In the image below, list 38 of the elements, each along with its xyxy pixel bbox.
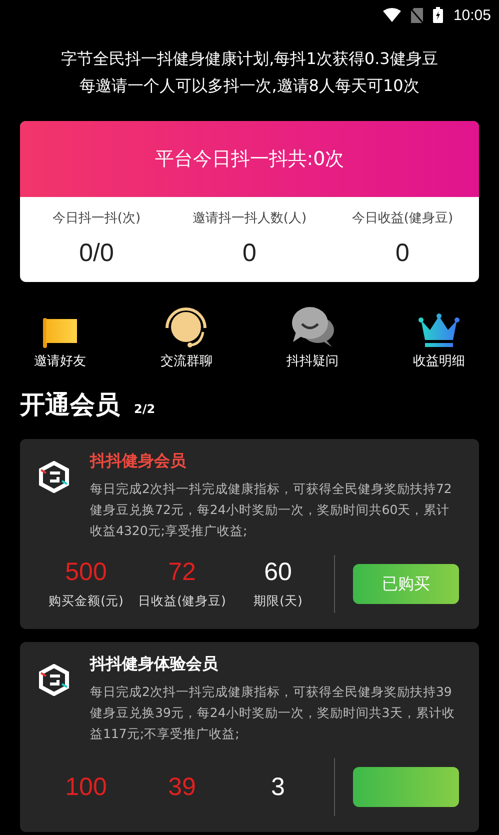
intro-text: 每邀请一个人可以多抖一次,邀请8人每天可10次 xyxy=(78,75,420,97)
logo-icon xyxy=(38,461,70,493)
crown-icon xyxy=(418,312,460,348)
plan-stat-label: 购买金额(元) xyxy=(48,593,124,610)
shortcut-button[interactable]: 交流群聊 xyxy=(146,302,226,370)
intro-text: 字节全民抖一抖健身健康计划,每抖1次获得0.3健身豆 xyxy=(60,48,439,70)
plan-stat-value: 500 xyxy=(65,558,107,587)
plan-stat-value: 39 xyxy=(168,772,196,802)
stat-value: 0 xyxy=(396,239,410,268)
plan-description: 每日完成2次抖一抖完成健康指标，可获得全民健身奖励扶持39健身豆兑换39元，每24小时奖励一次，奖励时间共3天，累计收益117元;不享受推广收益; xyxy=(90,683,456,743)
flag-icon xyxy=(41,316,79,348)
no-sim-icon xyxy=(411,8,424,22)
shortcut-button[interactable]: 邀请好友 xyxy=(20,302,100,370)
plan-stat-value: 72 xyxy=(168,558,196,587)
stat-value: 0 xyxy=(242,239,256,268)
shortcut-button[interactable]: 抖抖疑问 xyxy=(272,302,353,370)
plan-stat-value: 3 xyxy=(271,772,285,802)
plan-description: 每日完成2次抖一抖完成健康指标，可获得全民健身奖励扶持72健身豆兑换72元，每24小时奖励一次，奖励时间共60天，累计收益4320元;享受推广收益; xyxy=(90,480,453,540)
plan-stat-value: 100 xyxy=(65,772,107,802)
section-title: 开通会员 xyxy=(20,389,120,421)
stat-label: 今日抖一抖(次) xyxy=(52,210,141,227)
plan-stat-label: 期限(天) xyxy=(254,593,302,610)
stat-value: 0/0 xyxy=(79,239,114,268)
chat-bubbles-icon xyxy=(290,304,336,348)
plan-stat-value: 60 xyxy=(264,558,292,587)
shortcut-button[interactable]: 收益明细 xyxy=(398,302,479,370)
plan-stat-label: 日收益(健身豆) xyxy=(138,593,226,610)
logo-icon xyxy=(38,664,70,696)
page-count: 2/2 xyxy=(134,402,156,416)
battery-charging-icon xyxy=(433,7,444,23)
plan-name: 抖抖健身体验会员 xyxy=(90,654,219,675)
status-time: 10:05 xyxy=(453,6,491,24)
wifi-icon xyxy=(383,8,402,22)
purchased-button[interactable] xyxy=(353,767,459,807)
plan-name: 抖抖健身会员 xyxy=(90,451,187,472)
stat-label: 邀请抖一抖人数(人) xyxy=(192,210,307,227)
stat-label: 今日收益(健身豆) xyxy=(352,210,454,227)
summary-title: 平台今日抖一抖共:0次 xyxy=(20,121,479,197)
